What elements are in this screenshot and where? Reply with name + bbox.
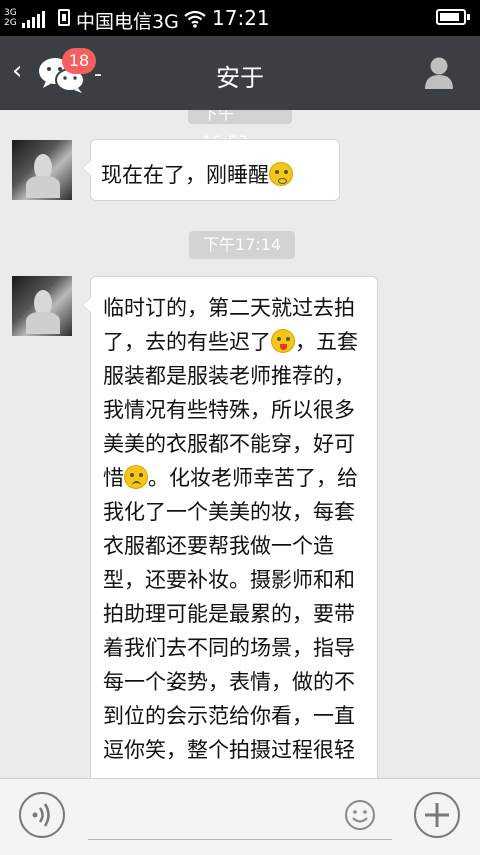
carrier-name: 中国电信3G — [76, 11, 179, 33]
avatar[interactable] — [12, 140, 72, 200]
person-icon[interactable] — [424, 56, 454, 90]
plus-icon[interactable] — [414, 792, 460, 838]
battery-icon — [436, 9, 470, 25]
network-type: 3G 2G — [4, 8, 17, 28]
tongue-wink-icon — [271, 329, 295, 353]
voice-icon[interactable] — [19, 792, 65, 838]
wifi-icon — [184, 10, 206, 28]
message-input[interactable] — [88, 839, 392, 840]
signal-icon — [22, 10, 45, 28]
smiley-icon[interactable] — [344, 799, 376, 831]
dizzy-face-icon — [269, 162, 293, 186]
message-text: 现在在了，刚睡醒 — [101, 163, 269, 187]
contact-name: 安于 — [216, 64, 264, 92]
message-bubble[interactable]: 现在在了，刚睡醒 — [82, 139, 340, 201]
clock: 17:21 — [212, 6, 270, 30]
status-bar: 3G 2G 中国电信3G 17:21 — [0, 0, 480, 36]
chat-header: ‹ 18 - 安于 — [0, 36, 480, 110]
timestamp: 下午17:14 — [189, 231, 296, 259]
message-bubble[interactable]: 临时订的，第二天就过去拍了，去的有些迟了 ，五套服装都是服装老师推荐的，我情况有些… — [82, 276, 378, 816]
sad-face-icon — [124, 465, 148, 489]
input-bar — [0, 778, 480, 855]
avatar[interactable] — [12, 276, 72, 336]
sim-icon — [58, 9, 70, 26]
message-text: 临时订的，第二天就过去拍了，去的有些迟了 ，五套服装都是服装老师推荐的，我情况有些… — [103, 296, 358, 762]
